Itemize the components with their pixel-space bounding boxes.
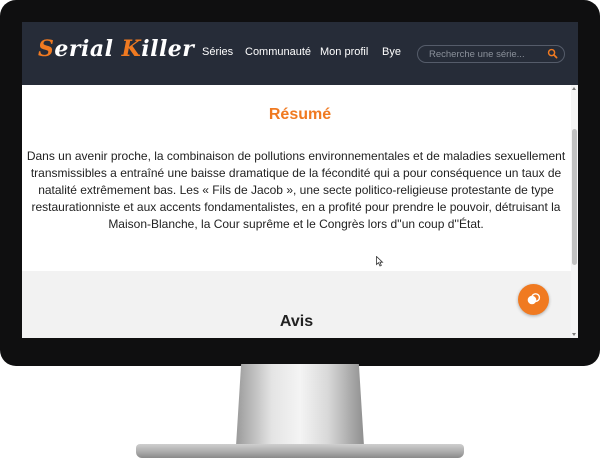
logo-text-2: iller [141, 36, 195, 62]
monitor-stand-base [136, 444, 464, 458]
nav-link-communaute[interactable]: Communauté [245, 46, 311, 58]
avis-title: Avis [279, 313, 314, 330]
nav-link-mon-profil[interactable]: Mon profil [320, 46, 368, 58]
monitor-stand-neck [236, 364, 364, 446]
mouse-cursor-icon [376, 256, 384, 267]
resume-text: Dans un avenir proche, la combinaison de… [26, 149, 566, 231]
search-icon[interactable] [547, 48, 558, 59]
scroll-thumb[interactable] [572, 129, 577, 265]
resume-title: Résumé [268, 106, 332, 123]
logo-text-1: erial [54, 36, 122, 62]
navbar: Serial Killer Séries Communauté Mon prof… [22, 22, 578, 85]
nav-link-bye[interactable]: Bye [382, 46, 401, 58]
nav-link-series[interactable]: Séries [202, 46, 233, 58]
chat-icon [527, 293, 541, 305]
search-box [417, 45, 565, 63]
logo-letter-s: S [38, 36, 55, 62]
chat-button[interactable] [518, 284, 549, 315]
scroll-up-arrow-icon[interactable] [572, 87, 576, 90]
site-logo[interactable]: Serial Killer [38, 36, 194, 62]
search-input[interactable] [429, 47, 541, 61]
scroll-down-arrow-icon[interactable] [572, 333, 576, 336]
screen: Serial Killer Séries Communauté Mon prof… [22, 22, 578, 338]
vertical-scrollbar[interactable] [571, 85, 578, 338]
monitor-bezel: Serial Killer Séries Communauté Mon prof… [0, 0, 600, 366]
avis-section: Avis [22, 271, 571, 338]
logo-letter-k: K [121, 36, 142, 62]
